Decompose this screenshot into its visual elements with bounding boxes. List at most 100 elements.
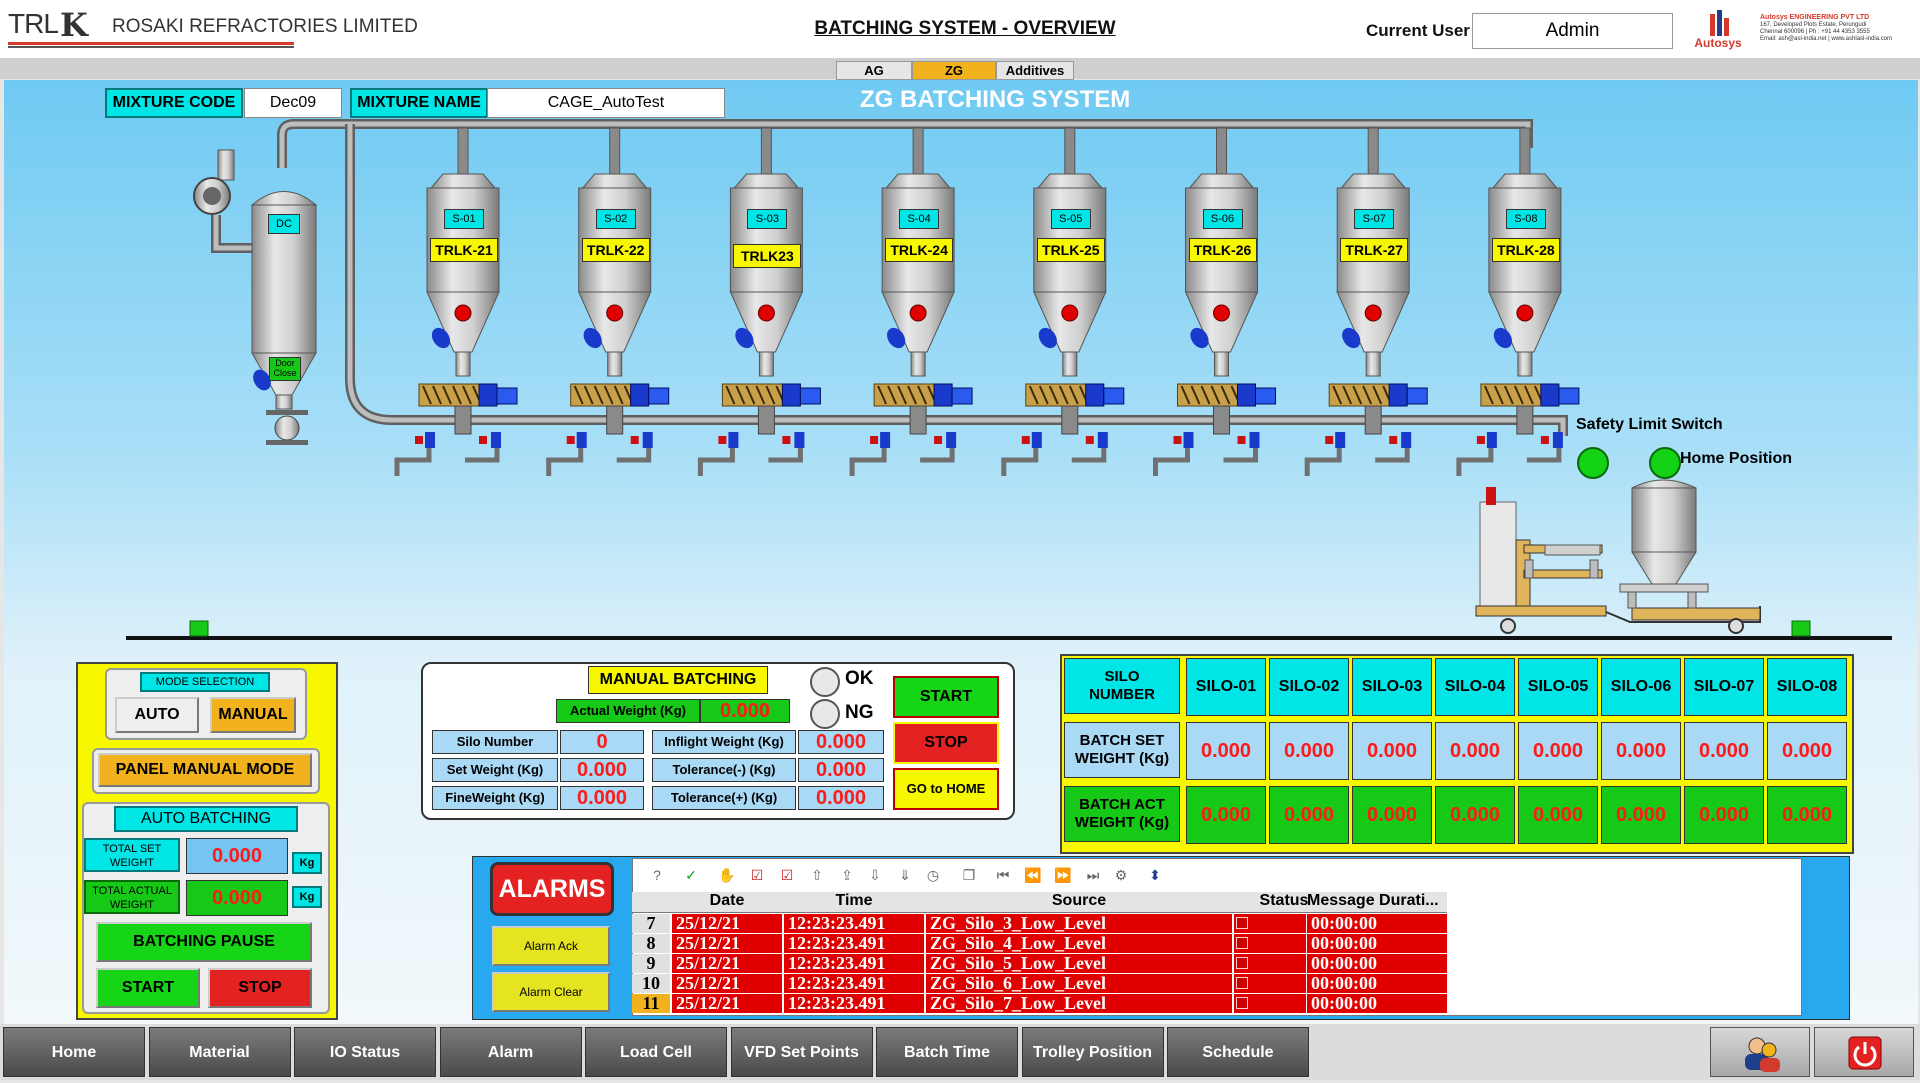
silo-column-header: SILO-03 [1352,658,1432,716]
nav-load-cell[interactable]: Load Cell [585,1027,727,1077]
nav-schedule[interactable]: Schedule [1167,1027,1309,1077]
copy-icon[interactable]: ❐ [960,866,978,884]
clock-icon[interactable]: ◷ [924,866,942,884]
nav-batch-time[interactable]: Batch Time [876,1027,1018,1077]
silo-id-7: S-07 [1354,209,1395,229]
alarm-date: 25/12/21 [672,994,782,1013]
alarm-col-source[interactable]: Source [926,892,1232,910]
checklist-icon[interactable]: ☑ [748,866,766,884]
silo-number-label: Silo Number [432,730,558,754]
discharge-pipe-right [768,448,803,463]
valve-actuator-left [566,436,575,444]
export-up-icon[interactable]: ⇧ [808,866,826,884]
last-page-icon[interactable]: ⏭ [1084,866,1102,884]
alarm-col-time[interactable]: Time [784,892,924,910]
total-actual-weight-label-1: TOTAL ACTUAL [92,885,172,897]
power-icon [1848,1036,1882,1070]
user-management-button[interactable] [1710,1027,1810,1077]
alarm-status [1234,954,1306,973]
valve-actuator-left [1021,436,1030,444]
first-page-icon[interactable]: ⏮ [994,866,1012,884]
feeder-motor [1388,383,1408,407]
auto-mode-button[interactable]: AUTO [115,697,199,733]
help-icon[interactable]: ? [648,866,666,884]
panel-manual-mode-button[interactable]: PANEL MANUAL MODE [98,753,312,787]
alarm-table-header: Date Time Source Status Message Durati..… [632,892,1447,913]
move-down-icon[interactable]: ⇩ [866,866,884,884]
alarm-row-number: 9 [632,954,670,973]
valve-actuator-left [415,436,423,444]
silo-level-indicator [757,304,775,322]
discharge-chute [1061,405,1079,435]
nav-trolley-position[interactable]: Trolley Position [1021,1027,1164,1077]
nav-vfd-set-points[interactable]: VFD Set Points [730,1027,873,1077]
silo-roof [885,173,952,189]
discharge-chute [757,405,775,435]
alarm-clear-button[interactable]: Alarm Clear [492,972,610,1012]
alarm-time: 12:23:23.491 [784,994,924,1013]
alarm-col-duration[interactable]: Message Durati... [1307,892,1447,910]
discharge-chute [606,405,624,435]
status-icon [1236,917,1248,929]
batching-pause-button[interactable]: BATCHING PAUSE [96,922,312,962]
alarm-row-number: 11 [632,994,670,1013]
set-weight-field[interactable]: 0.000 [560,758,644,782]
batch-act-weight-value: 0.000 [1186,786,1266,844]
alarm-ack-button[interactable]: Alarm Ack [492,926,610,966]
go-to-home-button[interactable]: GO to HOME [893,768,999,810]
acknowledge-icon[interactable]: ✓ [682,866,700,884]
tolerance-plus-field[interactable]: 0.000 [798,786,884,810]
valve-actuator-right [1237,436,1246,444]
silo-neck [607,351,623,377]
valve-actuator-right [782,436,791,444]
fine-weight-field[interactable]: 0.000 [560,786,644,810]
alarm-source: ZG_Silo_3_Low_Level [926,914,1232,933]
settings-icon[interactable]: ⚙ [1112,866,1130,884]
inflight-weight-label: Inflight Weight (Kg) [652,730,796,754]
nav-io-status[interactable]: IO Status [294,1027,436,1077]
silo-number-header: SILO NUMBER [1064,658,1180,714]
alarm-col-date[interactable]: Date [672,892,782,910]
alarm-row[interactable]: 10 25/12/21 12:23:23.491 ZG_Silo_6_Low_Leve… [632,974,1447,993]
silo-level-indicator [606,304,624,322]
shutdown-button[interactable] [1814,1027,1914,1077]
alarm-date: 25/12/21 [672,954,782,973]
silo-name-6: TRLK-26 [1188,238,1257,262]
tolerance-minus-field[interactable]: 0.000 [798,758,884,782]
alarm-status [1234,994,1306,1013]
silo-number-field[interactable]: 0 [560,730,644,754]
manual-mode-button[interactable]: MANUAL [210,697,296,733]
alarm-row[interactable]: 8 25/12/21 12:23:23.491 ZG_Silo_4_Low_Level… [632,934,1447,953]
inflight-weight-field[interactable]: 0.000 [798,730,884,754]
auto-stop-button[interactable]: STOP [208,968,312,1008]
next-icon[interactable]: ⏩ [1054,866,1072,884]
status-icon [1236,997,1248,1009]
nav-material[interactable]: Material [148,1027,291,1077]
batch-set-weight-value: 0.000 [1435,722,1515,780]
previous-icon[interactable]: ⏪ [1024,866,1042,884]
nav-home[interactable]: Home [3,1027,145,1077]
gate-valve-left [1335,432,1346,448]
move-up-icon[interactable]: ⇪ [838,866,856,884]
hand-icon[interactable]: ✋ [718,866,736,884]
batch-set-weight-header-1: BATCH SET [1079,732,1165,749]
discharge-pipe-left [1001,448,1039,476]
manual-stop-button[interactable]: STOP [893,722,999,764]
alarm-row[interactable]: 11 25/12/21 12:23:23.491 ZG_Silo_7_Low_Leve… [632,994,1447,1013]
nav-alarm[interactable]: Alarm [439,1027,582,1077]
actual-weight-value: 0.000 [700,699,790,723]
discharge-pipe-left [849,448,887,476]
silo-inlet-pipe [457,127,469,175]
auto-start-button[interactable]: START [96,968,200,1008]
alarm-source: ZG_Silo_7_Low_Level [926,994,1232,1013]
alarm-row[interactable]: 7 25/12/21 12:23:23.491 ZG_Silo_3_Low_Level… [632,914,1447,933]
alarm-row[interactable]: 9 25/12/21 12:23:23.491 ZG_Silo_5_Low_Level… [632,954,1447,973]
checklist-all-icon[interactable]: ☑ [778,866,796,884]
sort-icon[interactable]: ⬍ [1146,866,1164,884]
export-down-icon[interactable]: ⇓ [896,866,914,884]
manual-start-button[interactable]: START [893,676,999,718]
feeder-motor-end [799,387,821,405]
valve-actuator-left [1173,436,1182,444]
feeder-motor [933,383,953,407]
users-icon [1745,1037,1780,1072]
